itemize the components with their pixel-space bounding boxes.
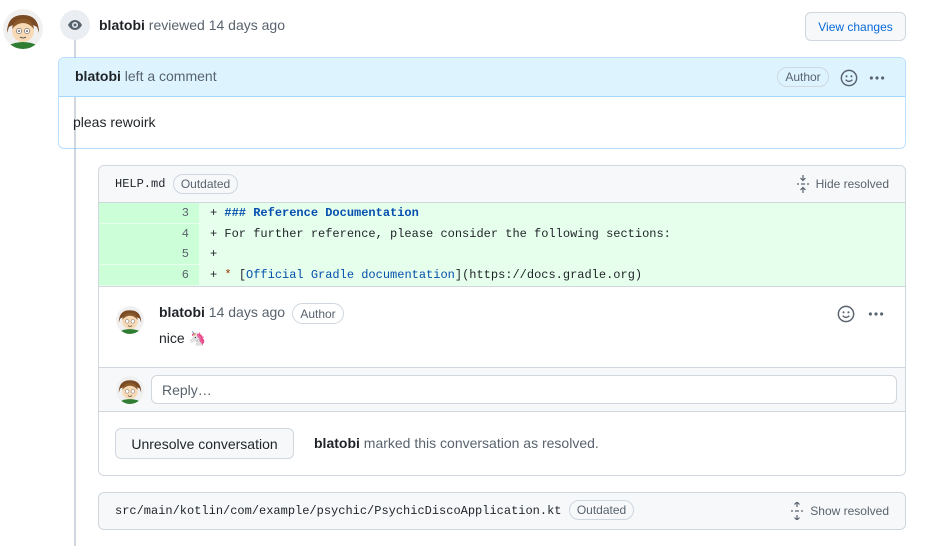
kebab-menu-icon[interactable] — [867, 68, 887, 88]
reply-input[interactable]: Reply… — [151, 375, 897, 404]
avatar-image — [116, 306, 144, 334]
thread-comment: blatobi 14 days ago Author nice 🦄 — [99, 286, 905, 367]
thread-comment-user[interactable]: blatobi — [159, 304, 205, 320]
diff-hunk: 3 + ### Reference Documentation 4 + For … — [99, 203, 905, 286]
resolved-message: marked this conversation as resolved. — [363, 435, 599, 451]
outdated-badge: Outdated — [569, 500, 634, 520]
diff-line-number[interactable]: 5 — [99, 244, 199, 264]
resolved-user[interactable]: blatobi — [314, 435, 360, 451]
diff-line-number[interactable]: 3 — [99, 203, 199, 223]
avatar[interactable] — [116, 306, 144, 334]
diff-line-number[interactable]: 4 — [99, 224, 199, 244]
thread-comment-author: blatobi 14 days ago — [159, 304, 285, 320]
show-resolved-label: Show resolved — [810, 504, 889, 518]
avatar-image — [116, 376, 144, 404]
view-changes-button[interactable]: View changes — [805, 12, 906, 41]
outdated-badge: Outdated — [173, 174, 238, 194]
review-user[interactable]: blatobi — [99, 17, 145, 33]
author-badge: Author — [292, 303, 344, 324]
review-thread: HELP.md Outdated Hide resolved 3 + ### R… — [98, 165, 906, 476]
comment-author-line: blatobi left a comment — [75, 68, 217, 84]
comment-action: left a comment — [124, 68, 217, 84]
resolve-row: Unresolve conversation blatobi marked th… — [99, 412, 905, 475]
file-path[interactable]: src/main/kotlin/com/example/psychic/Psyc… — [115, 504, 561, 518]
smiley-icon[interactable] — [839, 68, 859, 88]
avatar[interactable] — [3, 9, 43, 49]
author-badge: Author — [777, 67, 829, 87]
file-name[interactable]: HELP.md — [115, 177, 165, 191]
reply-row: Reply… — [99, 367, 905, 412]
review-action: reviewed — [148, 17, 205, 33]
diff-line: 3 + ### Reference Documentation — [99, 203, 905, 223]
review-time[interactable]: 14 days ago — [209, 17, 285, 33]
thread-file-header: HELP.md Outdated Hide resolved — [99, 166, 905, 203]
diff-line-number[interactable]: 6 — [99, 265, 199, 285]
thread-comment-time[interactable]: 14 days ago — [209, 304, 285, 320]
thread-comment-body: nice 🦄 — [159, 330, 207, 346]
diff-link-text: Official Gradle documentation — [246, 268, 455, 282]
show-resolved-button[interactable]: Show resolved — [790, 502, 889, 520]
fold-icon — [796, 175, 809, 193]
eye-icon — [60, 10, 90, 40]
review-header: blatobi reviewed 14 days ago View change… — [0, 0, 927, 52]
review-summary: blatobi reviewed 14 days ago — [99, 17, 285, 33]
resolved-status: blatobi marked this conversation as reso… — [314, 435, 599, 451]
diff-link-url: (https://docs.gradle.org) — [462, 268, 643, 282]
hide-resolved-button[interactable]: Hide resolved — [796, 175, 889, 193]
unresolve-conversation-button[interactable]: Unresolve conversation — [115, 428, 294, 459]
diff-heading: ### Reference Documentation — [224, 206, 419, 220]
comment-body: pleas rewoirk — [73, 114, 156, 130]
avatar-image — [3, 9, 43, 49]
diff-text: For further reference, please consider t… — [224, 227, 671, 241]
diff-line: 4 + For further reference, please consid… — [99, 224, 905, 244]
avatar[interactable] — [116, 376, 144, 404]
unfold-icon — [791, 502, 804, 520]
comment-header: blatobi left a comment Author — [59, 58, 905, 97]
diff-line: 5 + — [99, 244, 905, 264]
smiley-icon[interactable] — [836, 304, 856, 324]
diff-line: 6 + * [Official Gradle documentation](ht… — [99, 265, 905, 285]
hide-resolved-label: Hide resolved — [815, 177, 889, 191]
kebab-menu-icon[interactable] — [866, 304, 886, 324]
review-comment: blatobi left a comment Author pleas rewo… — [58, 57, 906, 149]
comment-user[interactable]: blatobi — [75, 68, 121, 84]
collapsed-thread: src/main/kotlin/com/example/psychic/Psyc… — [98, 492, 906, 530]
